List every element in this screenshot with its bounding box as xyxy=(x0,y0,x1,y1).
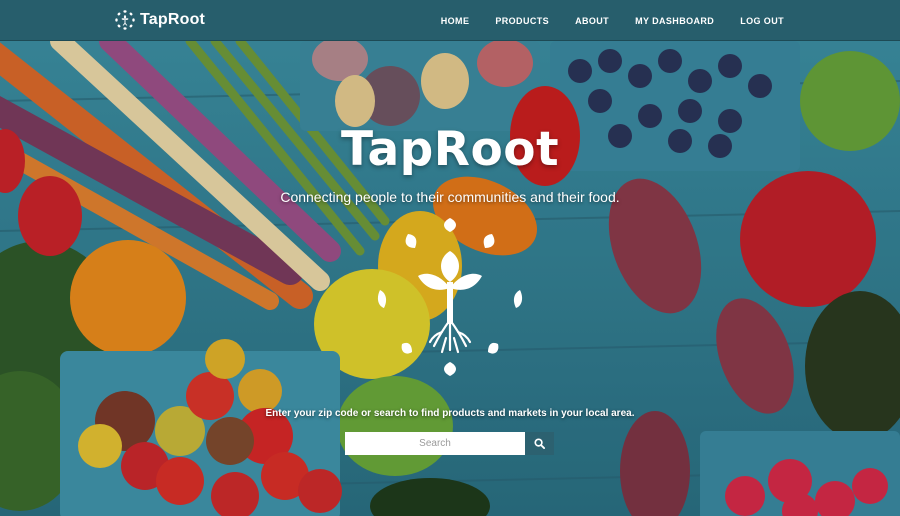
brand-name: TapRoot xyxy=(140,11,206,28)
nav-my-dashboard[interactable]: MY DASHBOARD xyxy=(635,16,714,26)
search-button[interactable] xyxy=(525,432,554,455)
hero-title: TapRoot xyxy=(340,122,560,177)
hero-section: TapRoot Connecting people to their commu… xyxy=(0,41,900,516)
nav-home[interactable]: HOME xyxy=(441,16,470,26)
search-icon xyxy=(534,438,545,449)
nav-products[interactable]: PRODUCTS xyxy=(495,16,549,26)
brand-link[interactable]: TapRoot xyxy=(114,9,205,31)
nav-log-out[interactable]: LOG OUT xyxy=(740,16,784,26)
main-nav: HOME PRODUCTS ABOUT MY DASHBOARD LOG OUT xyxy=(415,0,784,41)
nav-about[interactable]: ABOUT xyxy=(575,16,609,26)
taproot-logo-icon xyxy=(115,10,135,30)
search-input[interactable] xyxy=(345,432,525,455)
hero-subtitle: Connecting people to their communities a… xyxy=(280,189,620,205)
search-prompt: Enter your zip code or search to find pr… xyxy=(265,408,635,419)
sprout-with-roots-icon xyxy=(377,218,523,376)
navbar: TapRoot HOME PRODUCTS ABOUT MY DASHBOARD… xyxy=(0,0,900,41)
